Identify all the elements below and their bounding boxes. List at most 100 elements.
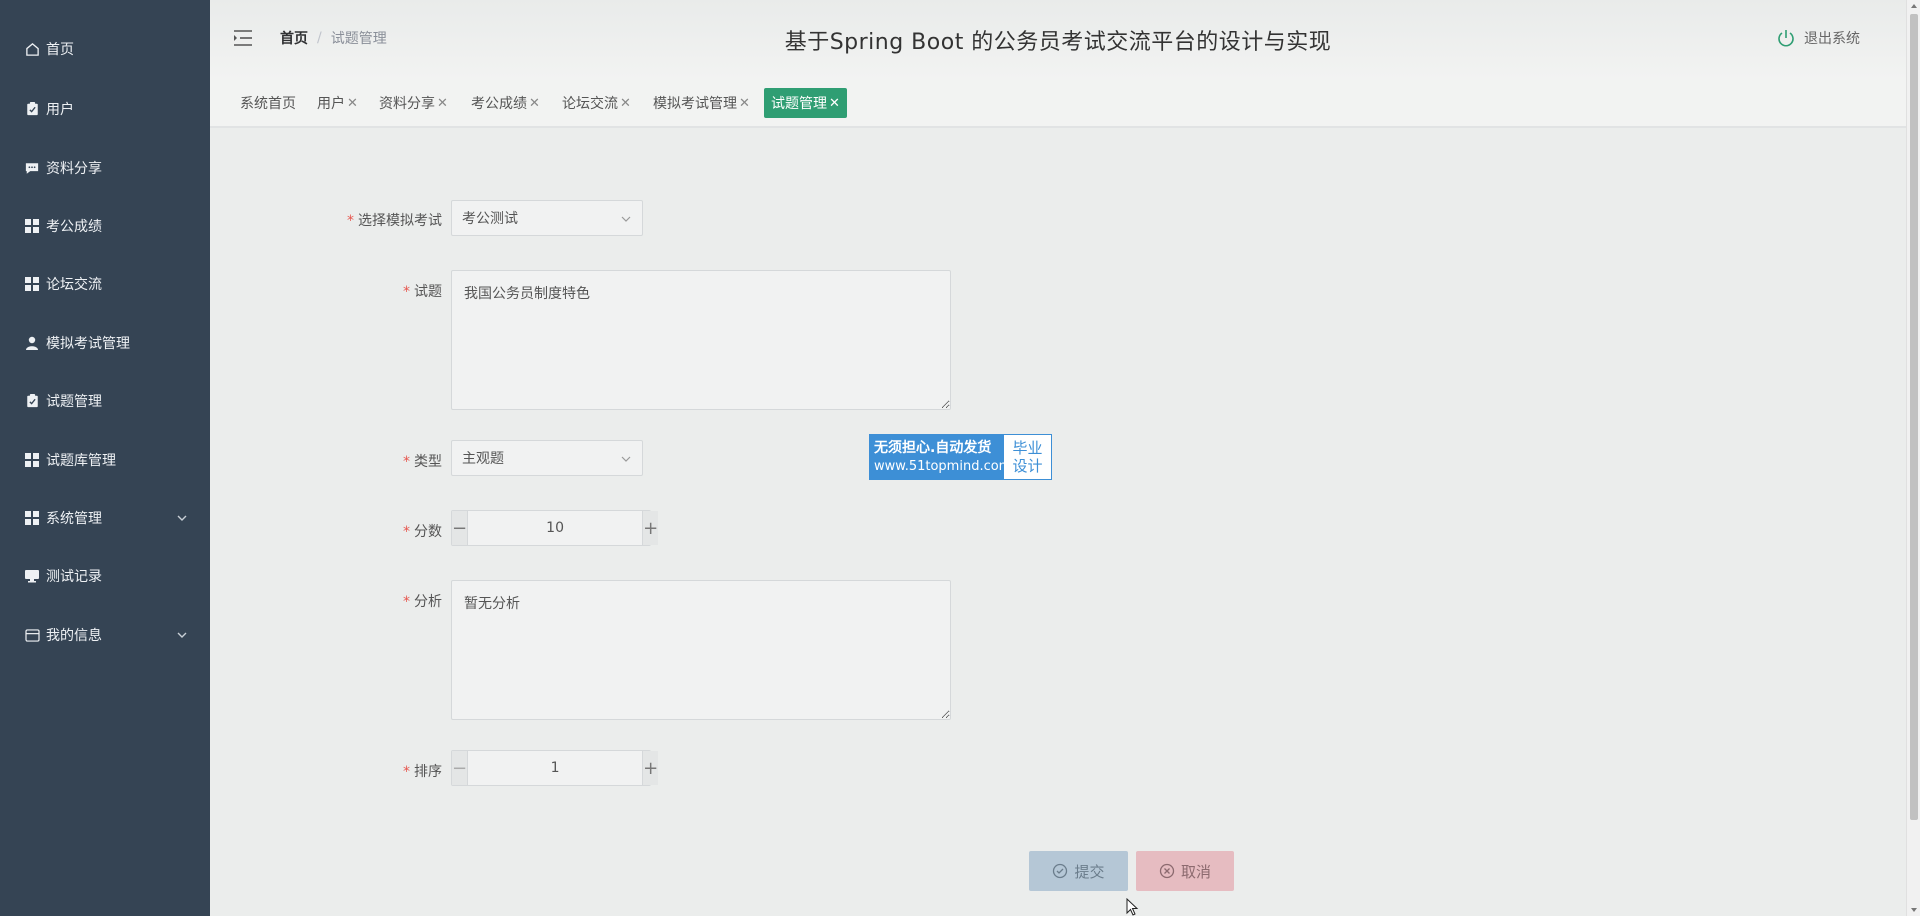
question-textarea[interactable]: 我国公务员制度特色: [451, 270, 951, 410]
chevron-down-icon: [176, 512, 188, 524]
sidebar-item-label: 考公成绩: [46, 219, 102, 235]
close-icon[interactable]: ✕: [529, 96, 540, 111]
close-icon[interactable]: ✕: [347, 96, 358, 111]
sidebar-item-home[interactable]: 首页: [0, 26, 210, 72]
tab-label: 模拟考试管理: [653, 96, 737, 112]
tab-mock-exam[interactable]: 模拟考试管理 ✕: [646, 88, 757, 118]
chevron-down-icon: [176, 629, 188, 641]
score-stepper[interactable]: − +: [451, 510, 659, 546]
tab-bar: 系统首页 用户 ✕ 资料分享 ✕ 考公成绩 ✕ 论坛交流 ✕ 模拟考试管理 ✕ 试题管理 ✕: [210, 80, 1906, 128]
sidebar-item-test-records[interactable]: 测试记录: [0, 553, 210, 599]
required-mark: *: [403, 524, 410, 540]
exam-label: * 选择模拟考试: [242, 210, 442, 230]
cancel-button[interactable]: 取消: [1136, 851, 1234, 891]
order-stepper[interactable]: − +: [451, 750, 659, 786]
tab-system-home[interactable]: 系统首页: [233, 88, 303, 118]
submit-label: 提交: [1074, 862, 1105, 881]
sidebar-item-label: 模拟考试管理: [46, 336, 130, 352]
sidebar-item-label: 用户: [46, 102, 74, 118]
watermark-line2: www.51topmind.com: [874, 459, 1012, 474]
sidebar-item-share[interactable]: 资料分享: [0, 145, 210, 191]
exam-select[interactable]: 考公测试: [451, 200, 643, 236]
score-label-text: 分数: [414, 524, 442, 540]
tab-forum[interactable]: 论坛交流 ✕: [555, 88, 638, 118]
vertical-scrollbar[interactable]: [1906, 0, 1920, 916]
minus-icon[interactable]: −: [452, 751, 469, 785]
required-mark: *: [403, 764, 410, 780]
order-label-text: 排序: [414, 764, 442, 780]
sidebar-item-label: 系统管理: [46, 511, 102, 527]
required-mark: *: [347, 213, 354, 229]
sidebar-item-label: 论坛交流: [46, 277, 102, 293]
sidebar-item-user[interactable]: 用户: [0, 86, 210, 132]
grid-icon: [24, 452, 40, 468]
close-icon[interactable]: ✕: [829, 96, 840, 111]
sidebar-item-label: 测试记录: [46, 569, 102, 585]
sidebar-item-my-info[interactable]: 我的信息: [0, 612, 210, 658]
required-mark: *: [403, 454, 410, 470]
analysis-label-text: 分析: [414, 594, 442, 610]
sidebar-item-scores[interactable]: 考公成绩: [0, 203, 210, 249]
sidebar-item-label: 首页: [46, 42, 74, 58]
exam-label-text: 选择模拟考试: [358, 213, 442, 229]
tab-label: 系统首页: [240, 96, 296, 112]
close-icon[interactable]: ✕: [620, 96, 631, 111]
id-card-icon: [24, 627, 40, 643]
required-mark: *: [403, 594, 410, 610]
close-circle-icon: [1159, 863, 1175, 879]
sidebar: 首页 用户 资料分享 考公成绩 论坛交流 模拟考试管理 试题管理 试题库管理 系…: [0, 0, 210, 916]
tab-user[interactable]: 用户 ✕: [310, 88, 365, 118]
mouse-cursor-icon: [1126, 898, 1139, 916]
sidebar-item-label: 试题管理: [46, 394, 102, 410]
order-label: * 排序: [242, 761, 442, 781]
tab-scores[interactable]: 考公成绩 ✕: [464, 88, 547, 118]
grid-icon: [24, 276, 40, 292]
tab-label: 资料分享: [379, 96, 435, 112]
score-label: * 分数: [242, 521, 442, 541]
watermark-right: 毕业 设计: [1004, 435, 1051, 479]
submit-button[interactable]: 提交: [1029, 851, 1128, 891]
sidebar-item-label: 试题库管理: [46, 453, 116, 469]
scroll-down-icon[interactable]: [1910, 906, 1918, 914]
grid-icon: [24, 510, 40, 526]
tab-share[interactable]: 资料分享 ✕: [372, 88, 455, 118]
plus-icon[interactable]: +: [642, 511, 659, 545]
tab-label: 考公成绩: [471, 96, 527, 112]
exam-select-value: 考公测试: [462, 211, 518, 227]
home-icon: [24, 41, 40, 57]
type-select-value: 主观题: [462, 451, 504, 467]
clipboard-icon: [24, 393, 40, 409]
type-select[interactable]: 主观题: [451, 440, 643, 476]
power-icon: [1778, 30, 1794, 47]
site-title: 基于Spring Boot 的公务员考试交流平台的设计与实现: [784, 30, 1332, 55]
grid-icon: [24, 218, 40, 234]
sidebar-item-label: 资料分享: [46, 161, 102, 177]
minus-icon[interactable]: −: [452, 511, 469, 545]
question-label-text: 试题: [414, 284, 442, 300]
scrollbar-thumb[interactable]: [1910, 14, 1918, 820]
sidebar-item-question-bank[interactable]: 试题库管理: [0, 437, 210, 483]
score-input[interactable]: [468, 511, 643, 545]
user-icon: [24, 335, 40, 351]
check-circle-icon: [1053, 863, 1068, 879]
logout-button[interactable]: 退出系统: [1776, 28, 1860, 48]
type-label-text: 类型: [414, 454, 442, 470]
tab-label: 试题管理: [771, 96, 827, 112]
sidebar-item-mock-exam[interactable]: 模拟考试管理: [0, 320, 210, 366]
clipboard-icon: [24, 101, 40, 117]
plus-icon[interactable]: +: [642, 751, 659, 785]
sidebar-item-questions[interactable]: 试题管理: [0, 378, 210, 424]
close-icon[interactable]: ✕: [739, 96, 750, 111]
chat-icon: [24, 160, 40, 176]
analysis-textarea[interactable]: 暂无分析: [451, 580, 951, 720]
sidebar-item-forum[interactable]: 论坛交流: [0, 261, 210, 307]
cancel-label: 取消: [1180, 862, 1211, 881]
sidebar-item-system[interactable]: 系统管理: [0, 495, 210, 541]
chevron-down-icon: [620, 213, 632, 225]
tab-questions[interactable]: 试题管理 ✕: [764, 88, 847, 118]
order-input[interactable]: [468, 751, 643, 785]
scroll-up-icon[interactable]: [1910, 2, 1918, 10]
top-header: 首页 / 试题管理 基于Spring Boot 的公务员考试交流平台的设计与实现…: [210, 0, 1906, 80]
close-icon[interactable]: ✕: [437, 96, 448, 111]
watermark-right1: 毕业: [1012, 439, 1043, 457]
